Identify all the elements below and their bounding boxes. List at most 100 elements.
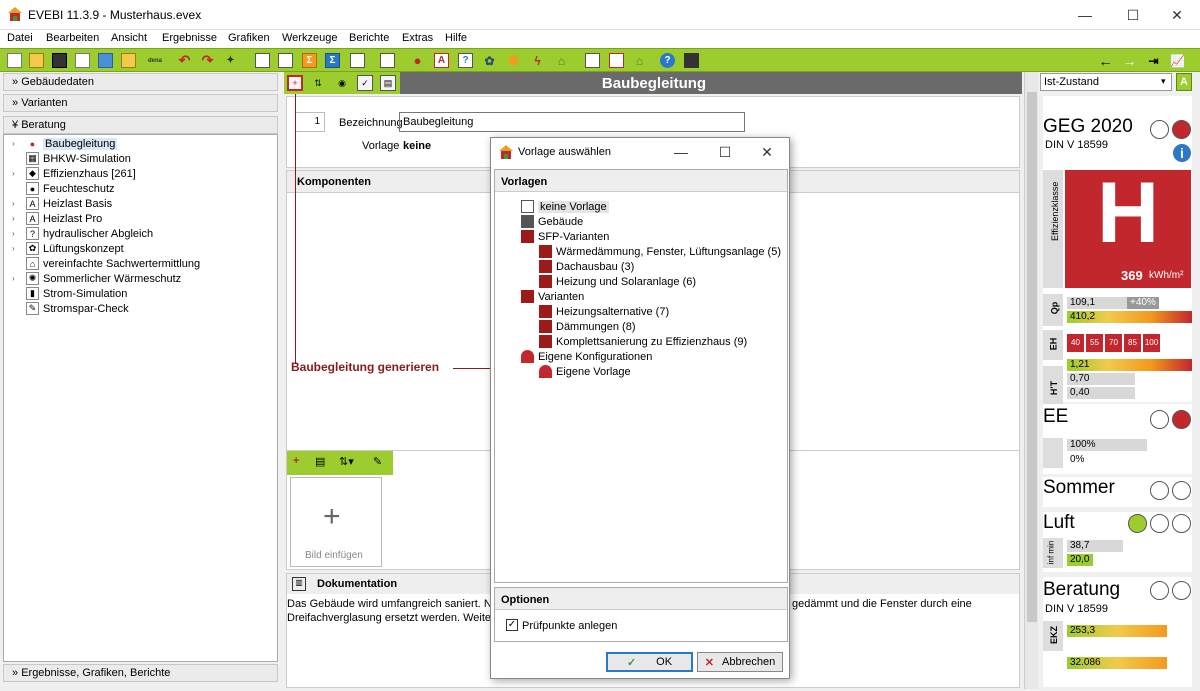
pdf-icon[interactable] [609, 53, 624, 68]
sidebar-item[interactable]: ⌂ vereinfachte Sachwertermittlung [4, 256, 274, 271]
undo-icon[interactable]: ↶ [177, 52, 192, 68]
chart-icon[interactable]: 📈 [1170, 53, 1185, 68]
template-tree-item[interactable]: Dachausbau (3) [539, 260, 634, 273]
doc-text-line2[interactable]: Dreifachverglasung ersetzt werden. Weite… [287, 612, 503, 624]
save-icon[interactable] [52, 53, 67, 68]
sidebar-item[interactable]: › ✺ Sommerlicher Wärmeschutz [4, 271, 274, 286]
scroll-thumb[interactable] [1027, 92, 1037, 622]
menu-bearbeiten[interactable]: Bearbeiten [46, 32, 99, 44]
edit-icon[interactable]: ✎ [373, 455, 382, 468]
chevron-right-icon[interactable]: › [12, 169, 15, 178]
report-icon[interactable] [255, 53, 270, 68]
hydraulic-icon[interactable]: ? [458, 53, 473, 68]
help-icon[interactable]: ? [660, 53, 675, 68]
sidebar-item[interactable]: ● Feuchteschutz [4, 181, 274, 196]
ok-button[interactable]: ✓ OK [606, 652, 693, 672]
section-beratung[interactable]: ¥ Beratung [3, 116, 278, 134]
sidebar-item[interactable]: ✎ Stromspar-Check [4, 301, 274, 316]
sidebar-item[interactable]: › A Heizlast Pro [4, 211, 274, 226]
sort-icon[interactable]: ⇅▾ [339, 455, 354, 468]
sum-blue-icon[interactable]: Σ [325, 53, 340, 68]
template-tree-item[interactable]: Eigene Vorlage [539, 365, 631, 378]
vertical-scrollbar[interactable] [1024, 72, 1038, 689]
info-icon[interactable]: i [1173, 144, 1191, 162]
dialog-minimize-button[interactable]: — [661, 138, 701, 166]
close-button[interactable]: ✕ [1154, 0, 1200, 30]
database-icon[interactable]: ◉ [334, 75, 350, 91]
calculator-icon[interactable] [684, 53, 699, 68]
template-tree-item[interactable]: Heizungsalternative (7) [539, 305, 669, 318]
menu-ergebnisse[interactable]: Ergebnisse [162, 32, 217, 44]
sidebar-item[interactable]: › A Heizlast Basis [4, 196, 274, 211]
compare-icon[interactable] [278, 53, 293, 68]
template-tree-item[interactable]: Dämmungen (8) [539, 320, 635, 333]
pruefpunkte-checkbox[interactable]: ✓ [506, 619, 518, 631]
menu-extras[interactable]: Extras [402, 32, 433, 44]
power-icon[interactable]: ϟ [530, 53, 545, 68]
doc-text-line1-right[interactable]: gedämmt und die Fenster durch eine [792, 598, 972, 610]
abbrechen-button[interactable]: ✕ Abbrechen [697, 652, 783, 672]
dialog-maximize-button[interactable]: ☐ [705, 138, 745, 166]
menu-werkzeuge[interactable]: Werkzeuge [282, 32, 337, 44]
dena-icon[interactable]: dena [145, 53, 165, 68]
cap-icon[interactable]: ● [410, 53, 425, 68]
checklist-icon[interactable] [585, 53, 600, 68]
print-icon[interactable]: ▤ [380, 75, 396, 91]
menu-datei[interactable]: Datei [7, 32, 33, 44]
chevron-right-icon[interactable]: › [12, 214, 15, 223]
state-select[interactable]: Ist-Zustand ▾ [1040, 73, 1172, 91]
list-icon[interactable] [380, 53, 395, 68]
copy-icon[interactable] [75, 53, 90, 68]
template-tree-item[interactable]: keine Vorlage [521, 200, 609, 213]
minimize-button[interactable]: — [1062, 0, 1108, 30]
chevron-right-icon[interactable]: › [12, 229, 15, 238]
sort-icon[interactable]: ⇅ [310, 75, 326, 91]
sum-orange-icon[interactable]: Σ [302, 53, 317, 68]
chevron-right-icon[interactable]: › [12, 244, 15, 253]
number-field[interactable]: 1 [295, 112, 325, 132]
template-tree-item[interactable]: Eigene Konfigurationen [521, 350, 652, 363]
template-tree-item[interactable]: Komplettsanierung zu Effizienzhaus (9) [539, 335, 747, 348]
sidebar-item[interactable]: › ✿ Lüftungskonzept [4, 241, 274, 256]
arrow-right-icon[interactable]: → [1122, 53, 1137, 69]
menu-berichte[interactable]: Berichte [349, 32, 389, 44]
home-chart-icon[interactable]: ⌂ [632, 53, 647, 68]
template-tree-item[interactable]: Heizung und Solaranlage (6) [539, 275, 696, 288]
template-tree-item[interactable]: SFP-Varianten [521, 230, 609, 243]
ventilation-icon[interactable]: ✿ [482, 53, 497, 68]
import-icon[interactable] [98, 53, 113, 68]
sidebar-item[interactable]: ▦ BHKW-Simulation [4, 151, 274, 166]
sidebar-item[interactable]: › ◆ Effizienzhaus [261] [4, 166, 274, 181]
section-gebaeudedaten[interactable]: » Gebäudedaten [3, 73, 278, 91]
chevron-right-icon[interactable]: › [12, 139, 15, 148]
add-image-button[interactable]: + Bild einfügen [290, 477, 382, 567]
heatload-icon[interactable]: A [434, 53, 449, 68]
template-tree-item[interactable]: Varianten [521, 290, 584, 303]
menu-hilfe[interactable]: Hilfe [445, 32, 467, 44]
menu-ansicht[interactable]: Ansicht [111, 32, 147, 44]
section-ergebnisse[interactable]: » Ergebnisse, Grafiken, Berichte [3, 664, 278, 682]
house-icon[interactable]: ⌂ [554, 53, 569, 68]
bezeichnung-input[interactable]: Baubegleitung [399, 112, 745, 132]
checkbox-list-icon[interactable]: ✓ [357, 75, 373, 91]
doc-text-line1[interactable]: Das Gebäude wird umfangreich saniert. Ne… [287, 598, 510, 610]
wand-icon[interactable]: ✦ [223, 53, 238, 68]
export-arrow-icon[interactable]: ⇥ [1146, 53, 1161, 68]
document-icon[interactable] [350, 53, 365, 68]
template-tree-item[interactable]: Gebäude [521, 215, 583, 228]
clipboard-icon[interactable]: ▤ [315, 455, 325, 468]
sidebar-item[interactable]: › ● Baubegleitung [4, 136, 274, 151]
maximize-button[interactable]: ☐ [1110, 0, 1156, 30]
open-folder-icon[interactable] [29, 53, 44, 68]
export-icon[interactable] [121, 53, 136, 68]
arrow-left-icon[interactable]: ← [1098, 53, 1113, 69]
sidebar-item[interactable]: ›? hydraulischer Abgleich [4, 226, 274, 241]
dialog-close-button[interactable]: ✕ [747, 138, 787, 166]
sun-icon[interactable]: ✺ [506, 53, 521, 68]
sidebar-item[interactable]: ▮ Strom-Simulation [4, 286, 274, 301]
chevron-right-icon[interactable]: › [12, 199, 15, 208]
add-image-icon[interactable]: + [293, 455, 299, 467]
template-tree-item[interactable]: Wärmedämmung, Fenster, Lüftungsanlage (5… [539, 245, 781, 258]
a-button[interactable]: A [1176, 73, 1192, 91]
menu-grafiken[interactable]: Grafiken [228, 32, 270, 44]
